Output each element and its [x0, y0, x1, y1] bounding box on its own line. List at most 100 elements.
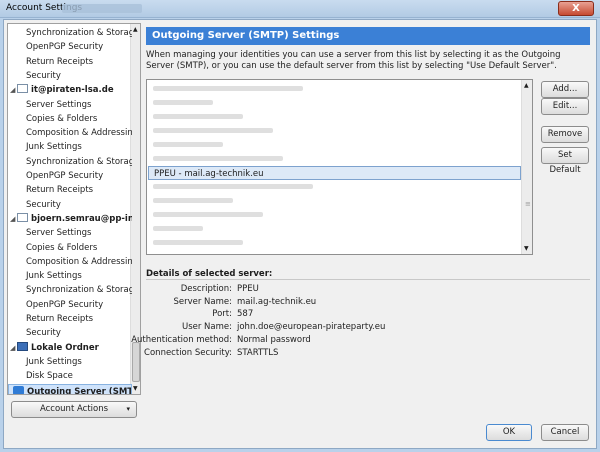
close-button[interactable]: X — [558, 1, 594, 16]
expand-arrow-icon[interactable]: ◢ — [10, 341, 17, 355]
redacted-server-entry — [153, 184, 313, 189]
server-row[interactable] — [148, 222, 521, 236]
tree-item-label: Composition & Addressing — [26, 128, 132, 139]
expand-arrow-icon[interactable]: ◢ — [10, 212, 17, 226]
detail-label: Connection Security: — [144, 347, 232, 358]
panel-description: When managing your identities you can us… — [146, 50, 561, 71]
detail-row: User Name: john.doe@european-pirateparty.… — [146, 321, 586, 333]
account-actions-label: Account Actions — [39, 404, 109, 414]
tree-item[interactable]: Composition & Addressing — [8, 126, 132, 140]
tree-item[interactable]: Synchronization & Storage — [8, 155, 132, 169]
tree-item[interactable]: Composition & Addressing — [8, 255, 132, 269]
tree-item[interactable]: OpenPGP Security — [8, 169, 132, 183]
server-row[interactable]: PPEU - mail.ag-technik.eu — [148, 166, 521, 180]
tree-item-label: Junk Settings — [26, 356, 82, 367]
tree-account[interactable]: ◢ it@piraten-lsa.de — [8, 83, 132, 97]
tree-item[interactable]: Synchronization & Storage — [8, 283, 132, 297]
scroll-down-icon[interactable]: ▼ — [133, 385, 138, 392]
tree-item[interactable]: Copies & Folders — [8, 241, 132, 255]
ok-button[interactable]: OK — [486, 424, 532, 441]
tree-item[interactable]: Server Settings — [8, 226, 132, 240]
detail-row: Description: PPEU — [146, 283, 586, 295]
account-tree[interactable]: ▲ ▼ Synchronization & Storage OpenPGP Sec… — [7, 23, 141, 395]
expand-arrow-icon[interactable]: ◢ — [10, 83, 17, 97]
set-default-button[interactable]: Set Default — [541, 147, 589, 175]
tree-item-label: OpenPGP Security — [26, 171, 104, 181]
tree-item-label: bjoern.semrau@pp-inte... — [31, 213, 132, 224]
tree-item-label: Synchronization & Storage — [26, 156, 132, 167]
tree-item-label: Return Receipts — [26, 314, 94, 324]
tree-item[interactable]: Security — [8, 69, 132, 83]
detail-row: Authentication method: Normal password — [131, 334, 586, 346]
server-row[interactable] — [148, 152, 521, 166]
tree-item-label: Return Receipts — [26, 56, 94, 67]
detail-label: Authentication method: — [131, 334, 232, 345]
tree-account[interactable]: ◢ Lokale Ordner — [8, 341, 132, 355]
tree-item[interactable]: Copies & Folders — [8, 112, 132, 126]
tree-item-label: Return Receipts — [26, 185, 94, 196]
tree-item-label: Server Settings — [26, 99, 92, 110]
tree-item[interactable]: Return Receipts — [8, 183, 132, 197]
title-bar[interactable]: Account Settings X — [0, 0, 600, 18]
server-row[interactable] — [148, 110, 521, 124]
tree-item[interactable]: Server Settings — [8, 98, 132, 112]
tree-item[interactable]: Return Receipts — [8, 55, 132, 69]
tree-item-label: Security — [26, 328, 61, 339]
detail-label: Port: — [212, 309, 232, 320]
tree-item-label: Disk Space — [26, 371, 73, 382]
tree-item[interactable]: Synchronization & Storage — [8, 26, 132, 40]
redacted-server-entry — [153, 198, 233, 203]
tree-item-label: Security — [26, 199, 61, 210]
smtp-server-list[interactable]: ▲ ≡ ▼ PPEU - mail.ag-technik.eu — [146, 79, 533, 255]
tree-item-label: Copies & Folders — [26, 242, 98, 253]
scroll-grip-icon[interactable]: ≡ — [525, 200, 531, 208]
account-actions-button[interactable]: Account Actions ▾ — [11, 401, 137, 418]
remove-server-button[interactable]: Remove — [541, 126, 589, 143]
server-row[interactable] — [148, 208, 521, 222]
tree-item[interactable]: Outgoing Server (SMTP) — [8, 383, 132, 395]
add-server-button[interactable]: Add... — [541, 81, 589, 98]
server-row[interactable] — [148, 180, 521, 194]
server-row[interactable] — [148, 124, 521, 138]
tree-item[interactable]: Junk Settings — [8, 269, 132, 283]
tree-item[interactable]: OpenPGP Security — [8, 40, 132, 54]
redacted-server-entry — [153, 156, 283, 161]
redacted-server-entry — [153, 240, 243, 245]
tree-item[interactable]: Security — [8, 198, 132, 212]
outgoing-server-icon — [13, 385, 24, 394]
server-list-scrollbar[interactable]: ▲ ≡ ▼ — [521, 80, 532, 254]
tree-item-label: it@piraten-lsa.de — [31, 85, 114, 96]
local-folder-icon — [17, 341, 28, 351]
server-row[interactable] — [148, 82, 521, 96]
server-row[interactable] — [148, 96, 521, 110]
detail-value: Normal password — [237, 334, 311, 345]
detail-value: john.doe@european-pirateparty.eu — [237, 322, 386, 333]
server-row[interactable] — [148, 194, 521, 208]
tree-item[interactable]: Security — [8, 326, 132, 340]
tree-item[interactable]: Junk Settings — [8, 140, 132, 154]
scroll-up-icon[interactable]: ▲ — [524, 82, 529, 89]
tree-item[interactable]: Return Receipts — [8, 312, 132, 326]
details-title: Details of selected server: — [146, 269, 273, 279]
redacted-server-entry — [153, 142, 223, 147]
scroll-down-icon[interactable]: ▼ — [524, 245, 529, 252]
server-row[interactable] — [148, 236, 521, 250]
tree-item[interactable]: OpenPGP Security — [8, 298, 132, 312]
tree-item-label: Security — [26, 70, 61, 81]
tree-item[interactable]: Disk Space — [8, 369, 132, 383]
cancel-button[interactable]: Cancel — [541, 424, 589, 441]
detail-label: User Name: — [181, 322, 232, 333]
server-row[interactable] — [148, 138, 521, 152]
detail-label: Server Name: — [173, 296, 232, 307]
tree-item-label: Outgoing Server (SMTP) — [27, 386, 132, 395]
tree-item-label: Synchronization & Storage — [26, 28, 132, 38]
scroll-up-icon[interactable]: ▲ — [133, 26, 138, 33]
tree-scroll-thumb[interactable] — [132, 342, 140, 382]
title-redaction — [62, 4, 142, 13]
tree-item[interactable]: Junk Settings — [8, 355, 132, 369]
tree-item-label: Lokale Ordner — [31, 342, 99, 353]
tree-account[interactable]: ◢ bjoern.semrau@pp-inte... — [8, 212, 132, 226]
detail-value: PPEU — [237, 284, 259, 294]
edit-server-button[interactable]: Edit... — [541, 98, 589, 115]
tree-item-label: OpenPGP Security — [26, 42, 104, 53]
